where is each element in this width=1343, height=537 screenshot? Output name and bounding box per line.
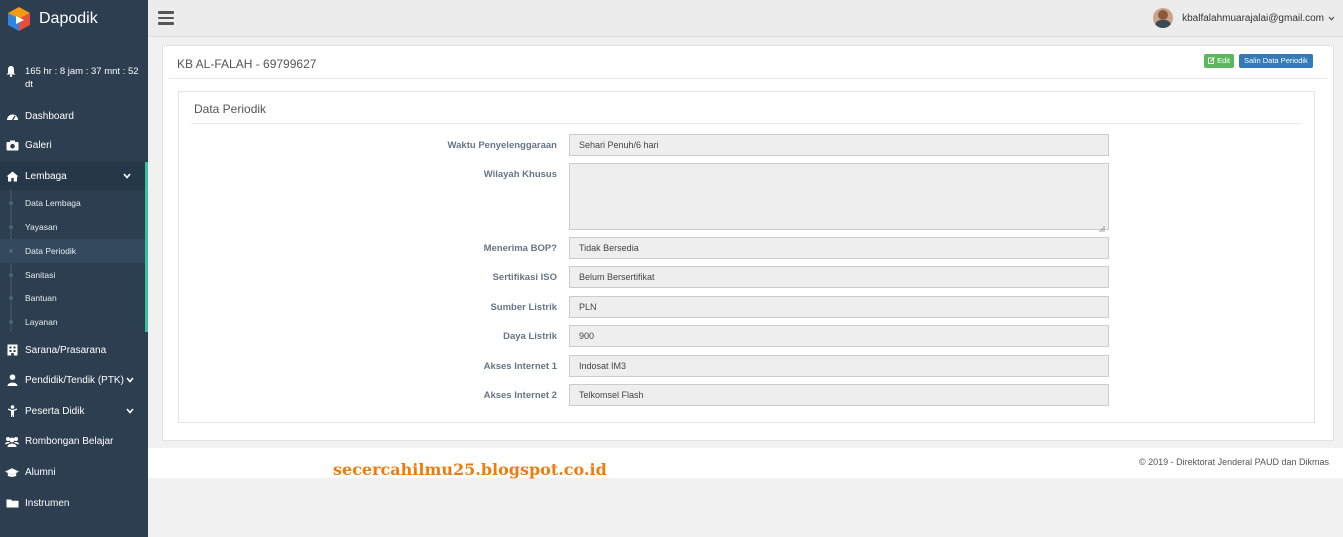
timer-text: 165 hr : 8 jam : 37 mnt : 52 dt: [25, 66, 139, 90]
sub-item-label: Layanan: [25, 317, 58, 327]
sumber-listrik-field[interactable]: PLN: [569, 296, 1109, 318]
user-email: kbalfalahmuarajalai@gmail.com: [1182, 12, 1324, 24]
sidebar: Dapodik 165 hr : 8 jam : 37 mnt : 52 dt …: [0, 0, 148, 537]
chevron-down-icon: [126, 375, 134, 386]
sidebar-item-alumni[interactable]: Alumni: [0, 458, 148, 486]
sidebar-item-sarana-prasarana[interactable]: Sarana/Prasarana: [0, 336, 148, 364]
chevron-down-icon: [126, 406, 134, 417]
user-menu[interactable]: kbalfalahmuarajalai@gmail.com: [1153, 8, 1335, 28]
field-label: Sertifikasi ISO: [492, 272, 557, 283]
brand[interactable]: Dapodik: [0, 0, 148, 38]
sub-item-bantuan[interactable]: Bantuan: [0, 286, 145, 310]
akses-internet-1-field[interactable]: Indosat IM3: [569, 355, 1109, 377]
sub-item-label: Data Periodik: [25, 246, 77, 256]
chevron-down-icon: [123, 171, 131, 182]
field-label: Akses Internet 2: [483, 390, 557, 401]
topbar: kbalfalahmuarajalai@gmail.com: [148, 0, 1343, 37]
sidebar-item-label: Galeri: [25, 139, 52, 151]
graduation-cap-icon: [5, 465, 19, 479]
edit-button-label: Edit: [1217, 56, 1231, 65]
sub-item-sanitasi[interactable]: Sanitasi: [0, 263, 145, 287]
sertifikasi-iso-field[interactable]: Belum Bersertifikat: [569, 266, 1109, 288]
sidebar-item-label: Dashboard: [25, 110, 74, 122]
field-label: Wilayah Khusus: [483, 169, 557, 180]
field-label: Akses Internet 1: [483, 361, 557, 372]
sub-item-label: Yayasan: [25, 222, 58, 232]
page-title: KB AL-FALAH - 69799627: [177, 57, 317, 71]
menu-toggle-icon[interactable]: [158, 11, 174, 25]
sidebar-item-label: Sarana/Prasarana: [25, 344, 107, 356]
sidebar-item-peserta-didik[interactable]: Peserta Didik: [0, 397, 148, 425]
menerima-bop-field[interactable]: Tidak Bersedia: [569, 237, 1109, 259]
avatar: [1153, 8, 1174, 28]
divider: [169, 78, 1327, 79]
bullet-icon: [9, 225, 13, 229]
folder-icon: [5, 496, 19, 510]
sidebar-item-galeri[interactable]: Galeri: [0, 131, 148, 159]
sub-item-layanan[interactable]: Layanan: [0, 310, 145, 334]
footer-copyright: © 2019 - Direktorat Jenderal PAUD dan Di…: [1138, 457, 1329, 467]
sub-item-yayasan[interactable]: Yayasan: [0, 215, 145, 239]
sub-item-data-periodik[interactable]: Data Periodik: [0, 239, 145, 263]
akses-internet-2-field[interactable]: Telkomsel Flash: [569, 384, 1109, 406]
sidebar-item-label: Lembaga: [25, 170, 67, 182]
footer: © 2019 - Direktorat Jenderal PAUD dan Di…: [148, 448, 1343, 478]
dapodik-logo-icon: [4, 4, 34, 34]
camera-icon: [5, 138, 19, 152]
sidebar-item-ptk[interactable]: Pendidik/Tendik (PTK): [0, 366, 148, 394]
main-panel: KB AL-FALAH - 69799627 Edit Salin Data P…: [162, 45, 1334, 441]
bullet-icon: [9, 273, 13, 277]
sidebar-item-lembaga[interactable]: Lembaga: [0, 162, 148, 190]
bullet-icon: [9, 249, 13, 253]
edit-icon: [1208, 56, 1217, 65]
salin-data-periodik-button[interactable]: Salin Data Periodik: [1239, 54, 1313, 68]
wilayah-khusus-field[interactable]: [569, 163, 1109, 232]
sidebar-item-label: Peserta Didik: [25, 405, 85, 417]
user-icon: [5, 373, 19, 387]
field-label: Sumber Listrik: [490, 302, 557, 313]
users-icon: [5, 434, 19, 448]
sidebar-item-label: Alumni: [25, 466, 56, 478]
sub-item-label: Data Lembaga: [25, 198, 81, 208]
data-periodik-section: Data Periodik Waktu Penyelenggaraan Seha…: [178, 91, 1315, 423]
sidebar-item-rombongan-belajar[interactable]: Rombongan Belajar: [0, 427, 148, 455]
field-label: Daya Listrik: [503, 331, 557, 342]
divider: [191, 123, 1302, 124]
bullet-icon: [9, 201, 13, 205]
bell-icon: [5, 65, 19, 91]
waktu-penyelenggaraan-field[interactable]: Sehari Penuh/6 hari: [569, 134, 1109, 156]
sub-item-label: Sanitasi: [25, 270, 56, 280]
bullet-icon: [9, 320, 13, 324]
sidebar-item-dashboard[interactable]: Dashboard: [0, 102, 148, 130]
home-icon: [5, 169, 19, 183]
dashboard-icon: [5, 109, 19, 123]
sidebar-item-label: Instrumen: [25, 497, 70, 509]
bullet-icon: [9, 296, 13, 300]
app-name: Dapodik: [39, 10, 98, 27]
daya-listrik-field[interactable]: 900: [569, 325, 1109, 347]
sidebar-item-instrumen[interactable]: Instrumen: [0, 489, 148, 517]
watermark: secercahilmu25.blogspot.co.id: [333, 460, 607, 479]
chevron-down-icon: [1328, 14, 1335, 23]
child-icon: [5, 404, 19, 418]
field-label: Menerima BOP?: [483, 243, 557, 254]
sub-item-label: Bantuan: [25, 293, 57, 303]
building-icon: [5, 343, 19, 357]
field-label: Waktu Penyelenggaraan: [447, 140, 557, 151]
resize-grip-icon[interactable]: [1098, 219, 1105, 232]
sub-item-data-lembaga[interactable]: Data Lembaga: [0, 191, 145, 215]
countdown-timer: 165 hr : 8 jam : 37 mnt : 52 dt: [5, 65, 143, 91]
sidebar-item-label: Pendidik/Tendik (PTK): [25, 374, 124, 386]
sidebar-item-label: Rombongan Belajar: [25, 435, 114, 447]
edit-button[interactable]: Edit: [1204, 54, 1235, 68]
section-title: Data Periodik: [194, 102, 267, 116]
